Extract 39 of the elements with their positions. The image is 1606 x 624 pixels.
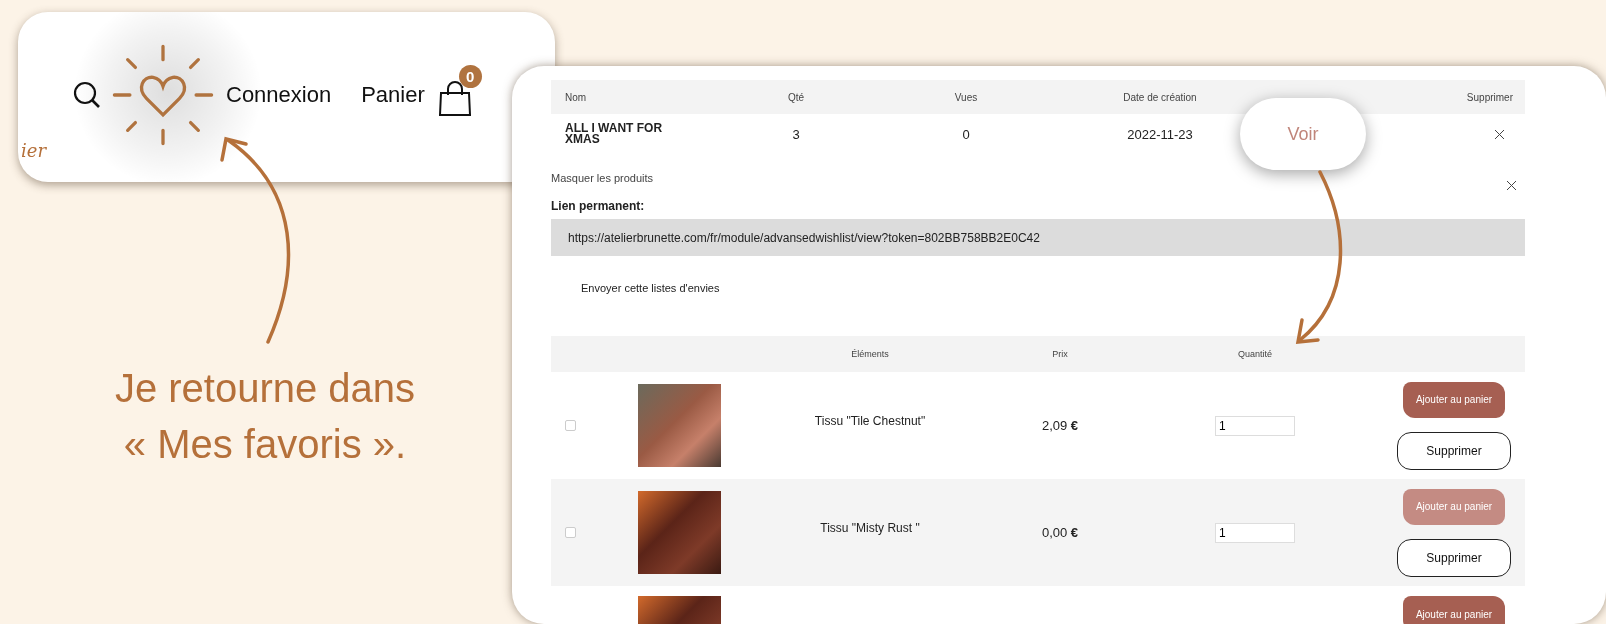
permalink-label: Lien permanent: [551,199,646,213]
logo-text: ier [21,140,46,161]
caption-text: « Mes favoris ». [123,421,407,468]
checkbox[interactable] [565,527,576,538]
shopping-bag-icon[interactable] [438,81,471,117]
cart-count-badge: 0 [458,65,482,88]
hide-products-link[interactable]: Masquer les produits [551,171,654,184]
product-name: Tissu "Tile Chestnut" [813,413,927,428]
table-cell-text: 0 [961,126,971,142]
product-price: 2,09 € [1040,418,1080,433]
remove-button[interactable]: Supprimer [1397,538,1511,577]
permalink-field[interactable]: https://atelierbrunette.com/fr/module/advansedwishlist/view?token=802BB758BB2E0C42 [551,219,1525,256]
caption-text: Je retourne dans [114,365,416,412]
add-to-cart-button[interactable]: Ajouter au panier [1403,381,1505,418]
search-icon[interactable] [72,80,102,110]
login-link[interactable]: Connexion [226,82,332,108]
remove-button[interactable]: Supprimer [1397,431,1511,470]
product-name: Tissu "Misty Rust " [819,520,921,535]
close-icon[interactable] [1494,128,1505,140]
wishlist-name: ALL I WANT FOR XMAS [564,123,664,145]
column-header: Date de création [1122,91,1198,103]
cart-link[interactable]: Panier [361,82,425,108]
column-header: Éléments [850,349,890,359]
column-header: Nom [564,91,588,103]
column-header: Vues [953,91,979,103]
table-cell-text: 3 [791,126,801,142]
quantity-field[interactable]: 1 [1215,415,1295,436]
quantity-field[interactable]: 1 [1215,522,1295,543]
heart-icon[interactable] [110,42,216,148]
product-price: 0,00 € [1040,525,1080,540]
send-wishlist-link[interactable]: Envoyer cette listes d'envies [581,282,720,294]
column-header: Qté [786,91,806,103]
add-to-cart-button[interactable]: Ajouter au panier [1403,596,1505,624]
checkbox[interactable] [565,420,576,431]
column-header: Supprimer [1466,91,1514,103]
close-icon[interactable] [1506,180,1517,191]
column-header: Quantité [1237,349,1273,359]
table-cell-text: 2022-11-23 [1126,126,1194,142]
column-header: Prix [1051,349,1069,359]
